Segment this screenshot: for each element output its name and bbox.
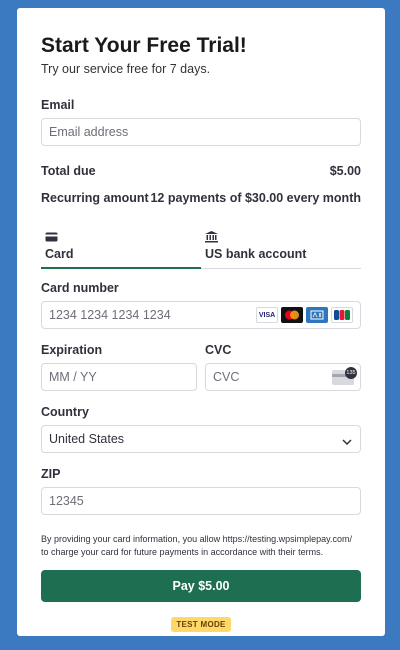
amex-icon [306, 307, 328, 323]
recurring-row: Recurring amount 12 payments of $30.00 e… [41, 191, 361, 205]
tab-card[interactable]: Card [41, 223, 201, 269]
cvc-label: CVC [205, 343, 232, 357]
cvc-field[interactable]: CVC 135 [205, 363, 361, 391]
payment-form-card: Start Your Free Trial! Try our service f… [17, 8, 385, 636]
visa-icon: VISA [256, 307, 278, 323]
page-title: Start Your Free Trial! [41, 34, 247, 57]
jcb-icon [331, 307, 353, 323]
country-select[interactable]: United States [41, 425, 361, 453]
total-due-value: $5.00 [329, 164, 361, 178]
bank-icon [205, 231, 357, 245]
recurring-value: 12 payments of $30.00 every month [150, 191, 361, 205]
legal-text: By providing your card information, you … [41, 534, 352, 557]
pay-button[interactable]: Pay $5.00 [41, 570, 361, 602]
cvc-icon-number: 135 [345, 367, 357, 379]
zip-label: ZIP [41, 467, 61, 481]
expiration-field[interactable]: MM / YY [41, 363, 197, 391]
country-value: United States [49, 432, 125, 446]
page-subtitle: Try our service free for 7 days. [41, 62, 211, 76]
cvc-card-icon: 135 [332, 367, 357, 385]
card-brands: VISA [256, 307, 353, 323]
expiration-placeholder: MM / YY [49, 370, 97, 384]
email-label: Email [41, 98, 75, 112]
total-due-row: Total due $5.00 [41, 164, 361, 178]
email-field[interactable]: Email address [41, 118, 361, 146]
zip-field[interactable]: 12345 [41, 487, 361, 515]
card-number-placeholder: 1234 1234 1234 1234 [49, 308, 171, 322]
chevron-down-icon [342, 435, 352, 449]
email-placeholder: Email address [49, 125, 129, 139]
credit-card-icon [45, 231, 197, 245]
total-due-label: Total due [41, 164, 96, 178]
mastercard-icon [281, 307, 303, 323]
tab-us-bank-account[interactable]: US bank account [201, 223, 361, 269]
expiration-label: Expiration [41, 343, 103, 357]
card-number-label: Card number [41, 281, 119, 295]
zip-placeholder: 12345 [49, 494, 84, 508]
card-number-field[interactable]: 1234 1234 1234 1234 VISA [41, 301, 361, 329]
country-label: Country [41, 405, 89, 419]
recurring-label: Recurring amount [41, 191, 149, 205]
cvc-placeholder: CVC [213, 370, 240, 384]
payment-method-tabs: Card US bank account [41, 223, 361, 269]
tab-bank-label: US bank account [205, 247, 307, 261]
tab-card-label: Card [45, 247, 74, 261]
test-mode-badge: TEST MODE [171, 617, 231, 632]
